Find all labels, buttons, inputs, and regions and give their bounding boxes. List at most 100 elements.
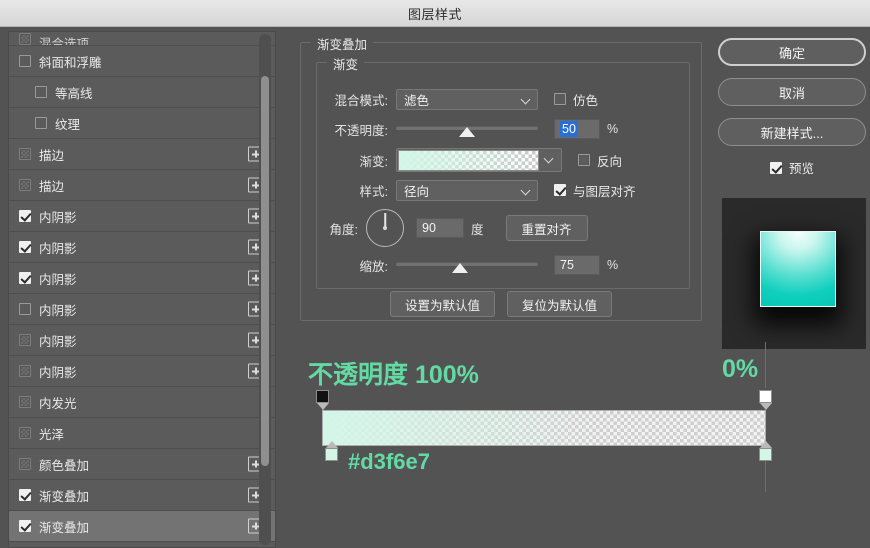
style-select[interactable]: 径向 <box>396 179 538 201</box>
effect-row[interactable]: 内阴影 <box>9 294 275 325</box>
preview-label: 预览 <box>788 162 814 176</box>
effect-row[interactable]: 内阴影 <box>9 232 275 263</box>
gradient-group-label: 渐变 <box>327 54 365 73</box>
scale-input[interactable]: 75 <box>554 255 600 275</box>
set-default-button[interactable]: 设置为默认值 <box>390 291 495 317</box>
effect-row[interactable]: 内阴影 <box>9 201 275 232</box>
angle-value: 90 <box>422 221 436 235</box>
effect-row[interactable]: 斜面和浮雕 <box>9 46 275 77</box>
preview-checkbox-box[interactable] <box>769 161 782 174</box>
effect-checkbox[interactable] <box>19 179 31 191</box>
ok-button[interactable]: 确定 <box>718 38 866 66</box>
dither-checkbox-box[interactable] <box>554 93 566 105</box>
opacity-value: 50 <box>560 121 578 137</box>
effect-row[interactable]: 描边 <box>9 139 275 170</box>
effect-label: 内阴影 <box>39 365 77 380</box>
gradient-stop-opacity-left[interactable] <box>316 390 329 403</box>
effect-label: 渐变叠加 <box>39 520 90 535</box>
effect-label: 颜色叠加 <box>39 458 90 473</box>
effects-list-scrollbar[interactable] <box>259 34 271 545</box>
effect-row[interactable]: 渐变叠加 <box>9 511 275 542</box>
effect-row[interactable]: 颜色叠加 <box>9 449 275 480</box>
dither-checkbox[interactable]: 仿色 <box>554 90 598 109</box>
effect-row[interactable]: 内阴影 <box>9 356 275 387</box>
effect-checkbox[interactable] <box>19 427 31 439</box>
chevron-down-icon[interactable] <box>539 150 561 170</box>
annotation-opacity-right: 0% <box>722 355 759 383</box>
effect-checkbox[interactable] <box>19 520 31 532</box>
opacity-slider-knob[interactable] <box>459 127 475 137</box>
effect-checkbox[interactable] <box>19 334 31 346</box>
effect-row[interactable]: 混合选项 <box>9 32 275 46</box>
effect-checkbox[interactable] <box>19 396 31 408</box>
align-with-layer-checkbox[interactable]: 与图层对齐 <box>554 181 636 200</box>
angle-input[interactable]: 90 <box>416 218 464 238</box>
chevron-down-icon <box>522 96 530 104</box>
effect-label: 纹理 <box>55 117 81 132</box>
effect-row[interactable]: 内阴影 <box>9 325 275 356</box>
effect-label: 内阴影 <box>39 241 77 256</box>
cancel-button[interactable]: 取消 <box>718 78 866 106</box>
dither-label: 仿色 <box>573 93 599 108</box>
effect-row[interactable]: 内阴影 <box>9 263 275 294</box>
effect-label: 等高线 <box>55 86 93 101</box>
gradient-swatch[interactable] <box>398 149 539 171</box>
effect-checkbox[interactable] <box>19 55 31 67</box>
effect-checkbox[interactable] <box>19 33 31 45</box>
effect-label: 光泽 <box>39 427 65 442</box>
effect-row[interactable]: 光泽 <box>9 418 275 449</box>
effect-checkbox[interactable] <box>19 272 31 284</box>
preview-swatch <box>760 231 836 307</box>
effect-checkbox[interactable] <box>19 210 31 222</box>
blend-mode-select[interactable]: 滤色 <box>396 88 538 110</box>
effect-checkbox[interactable] <box>35 86 47 98</box>
gradient-stop-opacity-right[interactable] <box>759 390 772 403</box>
scale-slider-knob[interactable] <box>451 263 468 273</box>
effect-checkbox[interactable] <box>19 365 31 377</box>
gradient-picker[interactable] <box>396 148 562 172</box>
effect-label: 内阴影 <box>39 272 77 287</box>
preview-checkbox[interactable]: 预览 <box>718 158 866 177</box>
opacity-input[interactable]: 50 <box>554 119 600 139</box>
gradient-stop-color-right[interactable] <box>759 448 772 461</box>
reverse-checkbox[interactable]: 反向 <box>578 151 622 170</box>
dialog-actions: 确定 取消 新建样式... 预览 <box>718 38 866 187</box>
effect-row[interactable]: 纹理 <box>9 108 275 139</box>
scale-unit: % <box>607 258 619 272</box>
angle-dial[interactable] <box>366 209 404 247</box>
effect-checkbox[interactable] <box>35 117 47 129</box>
annotation-opacity-left: 不透明度 100% <box>308 361 479 389</box>
effect-checkbox[interactable] <box>19 241 31 253</box>
effect-checkbox[interactable] <box>19 458 31 470</box>
preview-thumbnail <box>722 198 866 349</box>
gradient-stop-color-left[interactable] <box>325 448 338 461</box>
effect-checkbox[interactable] <box>19 303 31 315</box>
effect-row[interactable]: 等高线 <box>9 77 275 108</box>
reverse-checkbox-box[interactable] <box>578 154 590 166</box>
angle-unit: 度 <box>471 222 484 237</box>
effect-label: 描边 <box>39 179 65 194</box>
effect-row[interactable]: 渐变叠加 <box>9 480 275 511</box>
new-style-button[interactable]: 新建样式... <box>718 118 866 146</box>
scrollbar-thumb[interactable] <box>261 76 269 466</box>
style-value: 径向 <box>404 184 430 199</box>
effects-list[interactable]: 混合选项 斜面和浮雕 等高线 纹理 描边 描边 内阴影 内阴影 内阴影 内阴影 内阴影 内阴影 内发光光… <box>8 31 276 548</box>
scale-value: 75 <box>560 258 574 272</box>
effect-checkbox[interactable] <box>19 489 31 501</box>
effect-label: 内发光 <box>39 396 77 411</box>
annotation-color-hex: #d3f6e7 <box>348 449 430 474</box>
reverse-label: 反向 <box>597 154 623 169</box>
align-with-layer-checkbox-box[interactable] <box>554 184 566 196</box>
scale-slider[interactable] <box>396 255 538 275</box>
style-row: 样式: 径向 与图层对齐 <box>310 179 636 201</box>
effect-row[interactable]: 描边 <box>9 170 275 201</box>
effect-label: 斜面和浮雕 <box>39 55 102 70</box>
title-bar: 图层样式 <box>0 0 870 27</box>
scale-row: 缩放: 75 % <box>310 254 618 276</box>
reset-align-button[interactable]: 重置对齐 <box>505 215 588 241</box>
effect-row[interactable]: 内发光 <box>9 387 275 418</box>
opacity-unit: % <box>607 122 619 136</box>
opacity-slider[interactable] <box>396 119 538 139</box>
effect-checkbox[interactable] <box>19 148 31 160</box>
reset-default-button[interactable]: 复位为默认值 <box>507 291 612 317</box>
